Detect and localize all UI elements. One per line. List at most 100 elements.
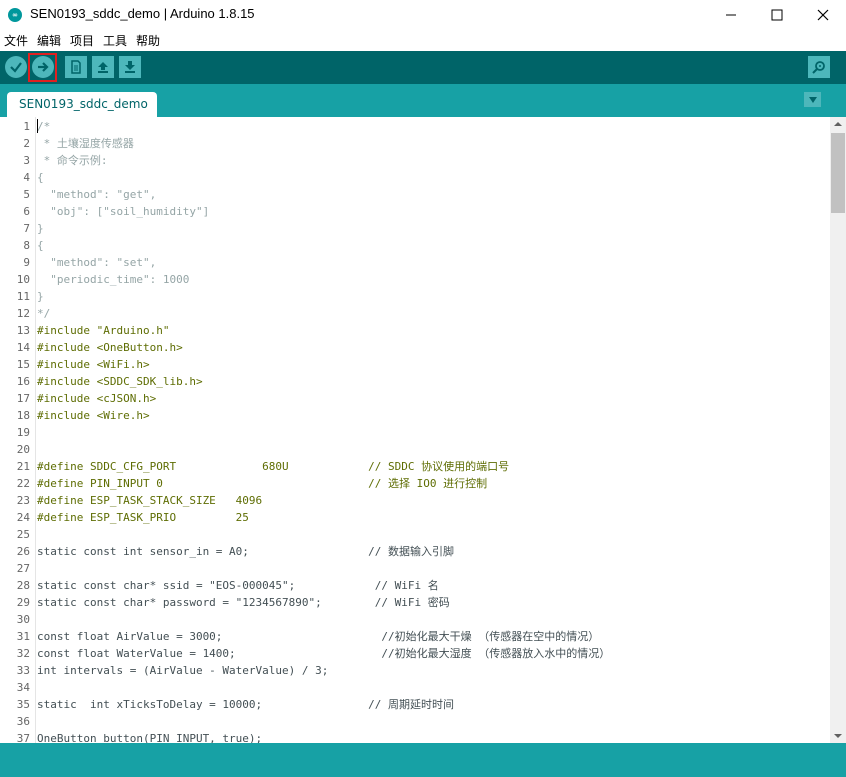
- line-number: 35: [16, 698, 30, 711]
- line-number: 13: [16, 324, 30, 337]
- tab-bar: SEN0193_sddc_demo: [0, 84, 846, 117]
- code-line: const float AirValue = 3000; //初始化最大干燥 （…: [37, 630, 600, 643]
- code-line: #include "Arduino.h": [37, 324, 170, 337]
- line-number: 31: [16, 630, 30, 643]
- code-line: OneButton button(PIN_INPUT, true);: [37, 732, 263, 743]
- code-line: static const char* password = "123456789…: [37, 596, 450, 609]
- code-line: int intervals = (AirValue - WaterValue) …: [37, 664, 329, 677]
- menu-help[interactable]: 帮助: [136, 32, 160, 49]
- menu-bar: 文件 编辑 项目 工具 帮助: [0, 30, 846, 51]
- tab-menu-icon: [808, 96, 817, 103]
- save-icon: [125, 61, 135, 73]
- line-number: 6: [23, 205, 30, 218]
- line-number: 30: [16, 613, 30, 626]
- status-bar: [0, 743, 846, 777]
- new-button[interactable]: [65, 56, 87, 78]
- line-number: 23: [16, 494, 30, 507]
- code-line: #include <Wire.h>: [37, 409, 150, 422]
- menu-tools[interactable]: 工具: [103, 32, 127, 49]
- tab-menu-button[interactable]: [804, 92, 821, 107]
- line-number: 1: [23, 120, 30, 133]
- line-number: 24: [16, 511, 30, 524]
- line-number: 2: [23, 137, 30, 150]
- code-line: const float WaterValue = 1400; //初始化最大湿度…: [37, 647, 611, 660]
- line-number: 15: [16, 358, 30, 371]
- open-button[interactable]: [92, 56, 114, 78]
- code-line: #include <WiFi.h>: [37, 358, 150, 371]
- code-line: #include <SDDC_SDK_lib.h>: [37, 375, 203, 388]
- code-line: }: [37, 290, 44, 303]
- close-button[interactable]: [800, 0, 846, 30]
- maximize-icon: [771, 9, 783, 21]
- open-icon: [98, 62, 108, 73]
- minimize-icon: [726, 14, 736, 16]
- code-line: #define SDDC_CFG_PORT 680U // SDDC 协议使用的…: [37, 460, 510, 473]
- tab-sketch[interactable]: SEN0193_sddc_demo: [7, 92, 157, 117]
- line-number: 34: [16, 681, 30, 694]
- line-number: 18: [16, 409, 30, 422]
- verify-button[interactable]: [5, 56, 27, 78]
- line-number: 10: [16, 273, 30, 286]
- serial-monitor-icon: [812, 61, 825, 74]
- code-line: "periodic_time": 1000: [37, 273, 190, 286]
- line-number: 14: [16, 341, 30, 354]
- code-line: }: [37, 222, 44, 235]
- code-line: */: [37, 307, 51, 320]
- maximize-button[interactable]: [754, 0, 800, 30]
- line-number: 17: [16, 392, 30, 405]
- upload-highlight-box: [28, 53, 57, 82]
- line-number: 29: [16, 596, 30, 609]
- code-line: static int xTicksToDelay = 10000; // 周期延…: [37, 698, 454, 711]
- line-number: 8: [23, 239, 30, 252]
- line-number: 32: [16, 647, 30, 660]
- verify-icon: [10, 62, 22, 73]
- tab-label: SEN0193_sddc_demo: [19, 97, 148, 111]
- window-title: SEN0193_sddc_demo | Arduino 1.8.15: [30, 6, 255, 21]
- new-icon: [71, 60, 81, 74]
- serial-monitor-button[interactable]: [808, 56, 830, 78]
- line-number: 33: [16, 664, 30, 677]
- close-icon: [817, 9, 829, 21]
- code-line: #define ESP_TASK_STACK_SIZE 4096: [37, 494, 263, 507]
- code-line: * 土壤湿度传感器: [37, 137, 134, 150]
- arduino-icon: ∞: [8, 8, 22, 22]
- menu-sketch[interactable]: 项目: [70, 32, 94, 49]
- line-number: 4: [23, 171, 30, 184]
- code-line: "obj": ["soil_humidity"]: [37, 205, 210, 218]
- line-number: 19: [16, 426, 30, 439]
- line-number: 7: [23, 222, 30, 235]
- toolbar: [0, 51, 846, 84]
- code-line: static const int sensor_in = A0; // 数据输入…: [37, 545, 454, 558]
- line-number: 11: [16, 290, 30, 303]
- line-number: 5: [23, 188, 30, 201]
- code-line: #include <OneButton.h>: [37, 341, 183, 354]
- line-number: 22: [16, 477, 30, 490]
- title-bar: ∞ SEN0193_sddc_demo | Arduino 1.8.15: [0, 0, 846, 30]
- line-number: 20: [16, 443, 30, 456]
- code-editor[interactable]: 1 /* 2 * 土壤湿度传感器 3 * 命令示例: 4 {5 "method": "ge…: [0, 117, 830, 743]
- scroll-down-icon: [834, 734, 842, 738]
- line-number: 36: [16, 715, 30, 728]
- code-line: #define PIN_INPUT 0 // 选择 IO0 进行控制: [37, 477, 488, 490]
- code-line: "method": "set",: [37, 256, 157, 269]
- code-line: {: [37, 171, 44, 184]
- line-number: 16: [16, 375, 30, 388]
- code-line: {: [37, 239, 44, 252]
- line-number: 26: [16, 545, 30, 558]
- menu-edit[interactable]: 编辑: [37, 32, 61, 49]
- text-cursor: [37, 119, 38, 133]
- line-number: 25: [16, 528, 30, 541]
- code-line: #define ESP_TASK_PRIO 25: [37, 511, 249, 524]
- line-number: 3: [23, 154, 30, 167]
- code-line: * 命令示例:: [37, 154, 108, 167]
- line-number: 37: [16, 732, 30, 743]
- code-line: "method": "get",: [37, 188, 157, 201]
- minimize-button[interactable]: [708, 0, 754, 30]
- code-line: /*: [37, 120, 51, 133]
- code-line: static const char* ssid = "EOS-000045"; …: [37, 579, 439, 592]
- menu-file[interactable]: 文件: [4, 32, 28, 49]
- line-number: 27: [16, 562, 30, 575]
- line-number: 21: [16, 460, 30, 473]
- save-button[interactable]: [119, 56, 141, 78]
- scrollbar-thumb[interactable]: [831, 133, 845, 213]
